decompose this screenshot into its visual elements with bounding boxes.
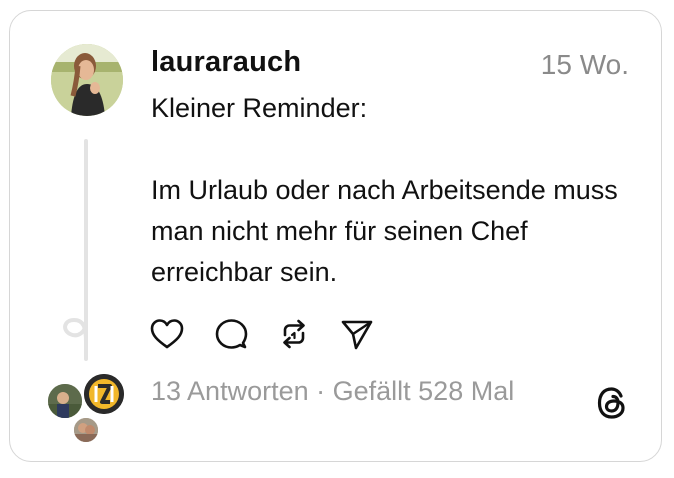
author-photo: [51, 44, 123, 116]
replier-avatars[interactable]: [46, 372, 126, 444]
post-text: Kleiner Reminder: Im Urlaub oder nach Ar…: [151, 93, 618, 287]
comment-icon: [215, 319, 248, 349]
threads-logo-icon[interactable]: [594, 384, 630, 422]
like-button[interactable]: [149, 316, 185, 352]
likes-count-link[interactable]: Gefällt 528 Mal: [333, 376, 515, 406]
thread-loop-icon: [63, 317, 88, 342]
post-stats: 13 Antworten · Gefällt 528 Mal: [151, 376, 514, 407]
stats-separator: ·: [308, 376, 333, 406]
replier-avatar: [82, 372, 126, 416]
replier-avatar: [72, 416, 100, 444]
repost-button[interactable]: [276, 316, 312, 352]
replies-count-link[interactable]: 13 Antworten: [151, 376, 309, 406]
reply-button[interactable]: [213, 316, 249, 352]
share-button[interactable]: [339, 316, 375, 352]
timestamp[interactable]: 15 Wo.: [541, 49, 629, 81]
replier-avatar: [46, 382, 84, 420]
send-icon: [341, 320, 373, 350]
repost-icon: [283, 319, 305, 349]
heart-icon: [150, 319, 184, 349]
author-avatar[interactable]: [51, 44, 123, 116]
username[interactable]: laurarauch: [151, 46, 301, 79]
